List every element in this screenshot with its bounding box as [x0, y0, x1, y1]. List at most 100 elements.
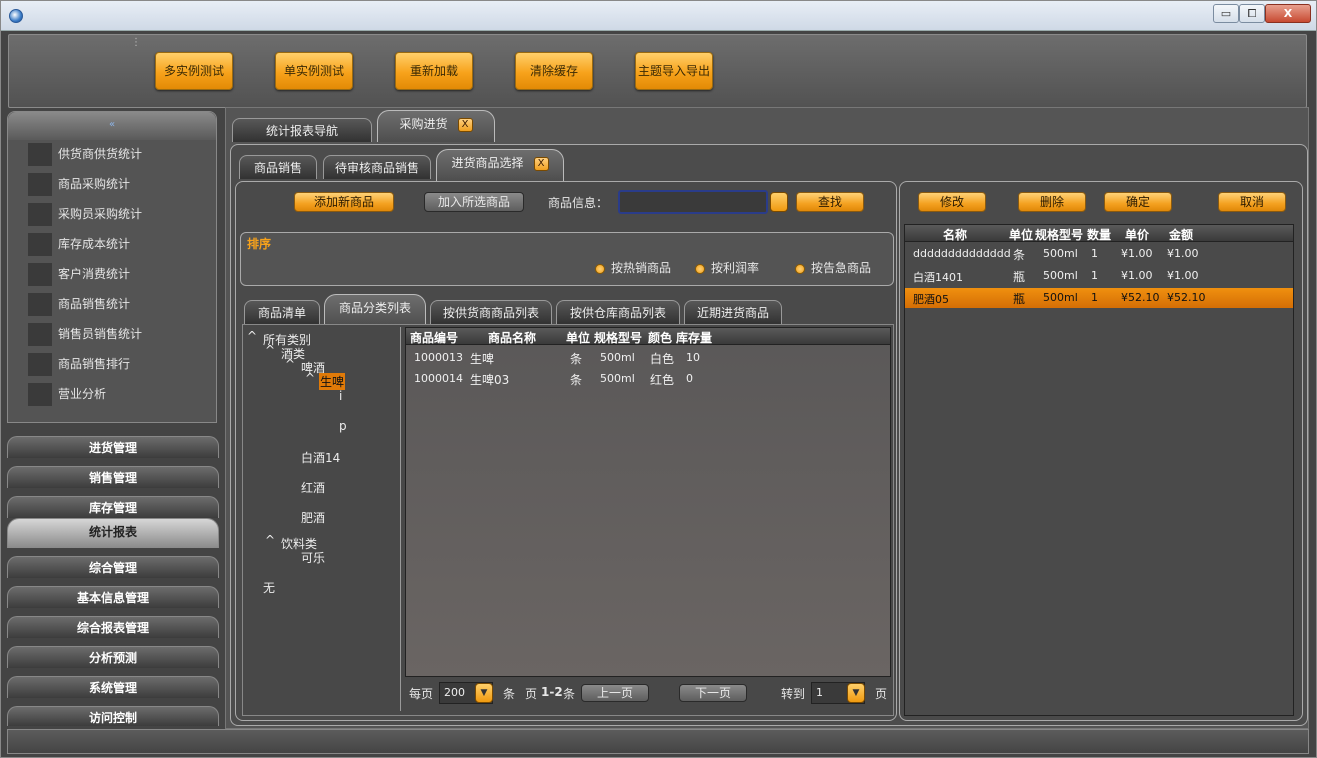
clear-cache-button[interactable]: 清除缓存	[515, 52, 593, 90]
per-page-select[interactable]: 200 ▼	[439, 682, 493, 704]
page-label: 页	[525, 687, 538, 701]
nav-basic-info-management[interactable]: 基本信息管理	[7, 586, 219, 608]
close-window-button[interactable]: X	[1265, 4, 1311, 23]
confirm-button[interactable]: 确定	[1104, 192, 1172, 212]
nav-access-control[interactable]: 访问控制	[7, 706, 219, 726]
sidebar-item-label: 客户消费统计	[58, 267, 131, 281]
tree-arrow-icon[interactable]: ^	[247, 329, 257, 343]
minimize-button[interactable]: ▭	[1213, 4, 1239, 23]
add-selected-goods-button[interactable]: 加入所选商品	[424, 192, 524, 212]
tab-pending-sales[interactable]: 待审核商品销售	[323, 155, 431, 179]
goods-table: 商品编号 商品名称 单位 规格型号 颜色 库存量 1000013 生啤 条 50…	[405, 327, 891, 677]
close-tab-icon[interactable]: X	[457, 117, 473, 132]
tab-recent-purchase[interactable]: 近期进货商品	[684, 300, 782, 324]
tab-goods-list[interactable]: 商品清单	[244, 300, 320, 324]
sort-profit-radio[interactable]: 按利润率	[695, 259, 759, 276]
sort-urgent-radio[interactable]: 按告急商品	[795, 259, 871, 276]
sort-hot-radio[interactable]: 按热销商品	[595, 259, 671, 276]
tab-warehouse-list[interactable]: 按供仓库商品列表	[556, 300, 680, 324]
col-spec[interactable]: 规格型号	[594, 329, 642, 346]
table-row[interactable]: 1000013 生啤 条 500ml 白色 10	[406, 348, 890, 368]
table-row[interactable]: 1000014 生啤03 条 500ml 红色 0	[406, 369, 890, 389]
sidebar-item-label: 供货商供货统计	[58, 147, 143, 161]
toolbar-grip-icon[interactable]: ⋮	[131, 37, 141, 48]
cell: 条	[1013, 248, 1026, 262]
prev-page-button[interactable]: 上一页	[581, 684, 649, 702]
chevron-down-icon[interactable]: ▼	[475, 683, 493, 703]
tree-node-baijiu[interactable]: 白酒14	[301, 449, 340, 466]
add-new-goods-button[interactable]: 添加新商品	[294, 192, 394, 212]
tree-node-none[interactable]: 无	[263, 579, 275, 596]
chevron-down-icon[interactable]: ▼	[847, 683, 865, 703]
nav-system-management[interactable]: 系统管理	[7, 676, 219, 698]
goods-info-dropdown-icon[interactable]	[770, 192, 788, 212]
col-unit[interactable]: 单位	[566, 329, 590, 346]
nav-general-management[interactable]: 综合管理	[7, 556, 219, 578]
next-page-button[interactable]: 下一页	[679, 684, 747, 702]
close-tab-icon[interactable]: X	[533, 156, 549, 171]
tree-arrow-icon[interactable]: ^	[285, 357, 295, 371]
tree-node-feijiu[interactable]: 肥酒	[301, 509, 325, 526]
tab-supplier-list[interactable]: 按供货商商品列表	[430, 300, 552, 324]
tree-arrow-icon[interactable]: ^	[265, 343, 275, 357]
col-name[interactable]: 名称	[943, 226, 967, 243]
col-amount[interactable]: 金额	[1169, 226, 1193, 243]
col-qty[interactable]: 数量	[1087, 226, 1111, 243]
sidebar-item-customer-stats[interactable]: 客户消费统计	[28, 261, 213, 287]
sidebar-collapse-icon[interactable]: «	[8, 112, 216, 140]
tree-node-i[interactable]: i	[339, 389, 342, 403]
delete-button[interactable]: 删除	[1018, 192, 1086, 212]
tab-purchase[interactable]: 采购进货 X	[377, 110, 495, 142]
nav-statistics-reports[interactable]: 统计报表	[7, 518, 219, 548]
goto-page-select[interactable]: 1 ▼	[811, 682, 865, 704]
maximize-button[interactable]: ⧠	[1239, 4, 1265, 23]
goods-info-input[interactable]	[618, 190, 768, 214]
nav-sales-management[interactable]: 销售管理	[7, 466, 219, 488]
table-row[interactable]: dddddddddddddd 条 500ml 1 ¥1.00 ¥1.00	[905, 244, 1293, 265]
sidebar-item-supplier-stats[interactable]: 供货商供货统计	[28, 141, 213, 167]
reload-button[interactable]: 重新加载	[395, 52, 473, 90]
nav-analysis-forecast[interactable]: 分析预测	[7, 646, 219, 668]
col-goods-no[interactable]: 商品编号	[410, 329, 458, 346]
nav-purchase-management[interactable]: 进货管理	[7, 436, 219, 458]
col-spec[interactable]: 规格型号	[1035, 226, 1083, 243]
single-instance-test-button[interactable]: 单实例测试	[275, 52, 353, 90]
tree-arrow-icon[interactable]: ^	[265, 533, 275, 547]
multi-instance-test-button[interactable]: 多实例测试	[155, 52, 233, 90]
tab-goods-sales[interactable]: 商品销售	[239, 155, 317, 179]
tree-node-p[interactable]: p	[339, 419, 347, 433]
cell: ¥1.00	[1121, 269, 1153, 282]
tree-arrow-icon[interactable]: ^	[305, 371, 315, 385]
theme-import-export-button[interactable]: 主题导入导出	[635, 52, 713, 90]
nav-inventory-management[interactable]: 库存管理	[7, 496, 219, 518]
sidebar-item-business-analysis[interactable]: 营业分析	[28, 381, 213, 407]
tab-category-list[interactable]: 商品分类列表	[324, 294, 426, 326]
table-row[interactable]: 白酒1401 瓶 500ml 1 ¥1.00 ¥1.00	[905, 266, 1293, 287]
col-goods-name[interactable]: 商品名称	[488, 329, 536, 346]
tree-node-red-wine[interactable]: 红酒	[301, 479, 325, 496]
title-bar: ▭ ⧠ X	[1, 1, 1316, 31]
tab-label: 采购进货	[399, 117, 448, 131]
cancel-button[interactable]: 取消	[1218, 192, 1286, 212]
col-stock[interactable]: 库存量	[676, 329, 712, 346]
sidebar-item-sales-stats[interactable]: 商品销售统计	[28, 291, 213, 317]
col-price[interactable]: 单价	[1125, 226, 1149, 243]
sidebar-item-inventory-cost[interactable]: 库存成本统计	[28, 231, 213, 257]
col-color[interactable]: 颜色	[648, 329, 672, 346]
tab-purchase-goods-select[interactable]: 进货商品选择 X	[436, 149, 564, 181]
goods-select-panel: 添加新商品 加入所选商品 商品信息： 查找 排序 按热销商品 按利润率 按告急商…	[235, 181, 897, 721]
search-button[interactable]: 查找	[796, 192, 864, 212]
sidebar-item-salesperson-stats[interactable]: 销售员销售统计	[28, 321, 213, 347]
nav-report-management[interactable]: 综合报表管理	[7, 616, 219, 638]
tree-node-cola[interactable]: 可乐	[301, 549, 325, 566]
col-unit[interactable]: 单位	[1009, 226, 1033, 243]
table-row-selected[interactable]: 肥酒05 瓶 500ml 1 ¥52.10 ¥52.10	[905, 288, 1293, 308]
tab-report-navigation[interactable]: 统计报表导航	[232, 118, 372, 142]
sidebar-item-sales-ranking[interactable]: 商品销售排行	[28, 351, 213, 377]
edit-button[interactable]: 修改	[918, 192, 986, 212]
sidebar-item-buyer-stats[interactable]: 采购员采购统计	[28, 201, 213, 227]
tree-node-draft-beer[interactable]: 生啤	[319, 373, 346, 390]
cell: ¥1.00	[1167, 247, 1199, 260]
sidebar-item-purchase-stats[interactable]: 商品采购统计	[28, 171, 213, 197]
radio-label: 按利润率	[711, 261, 760, 275]
